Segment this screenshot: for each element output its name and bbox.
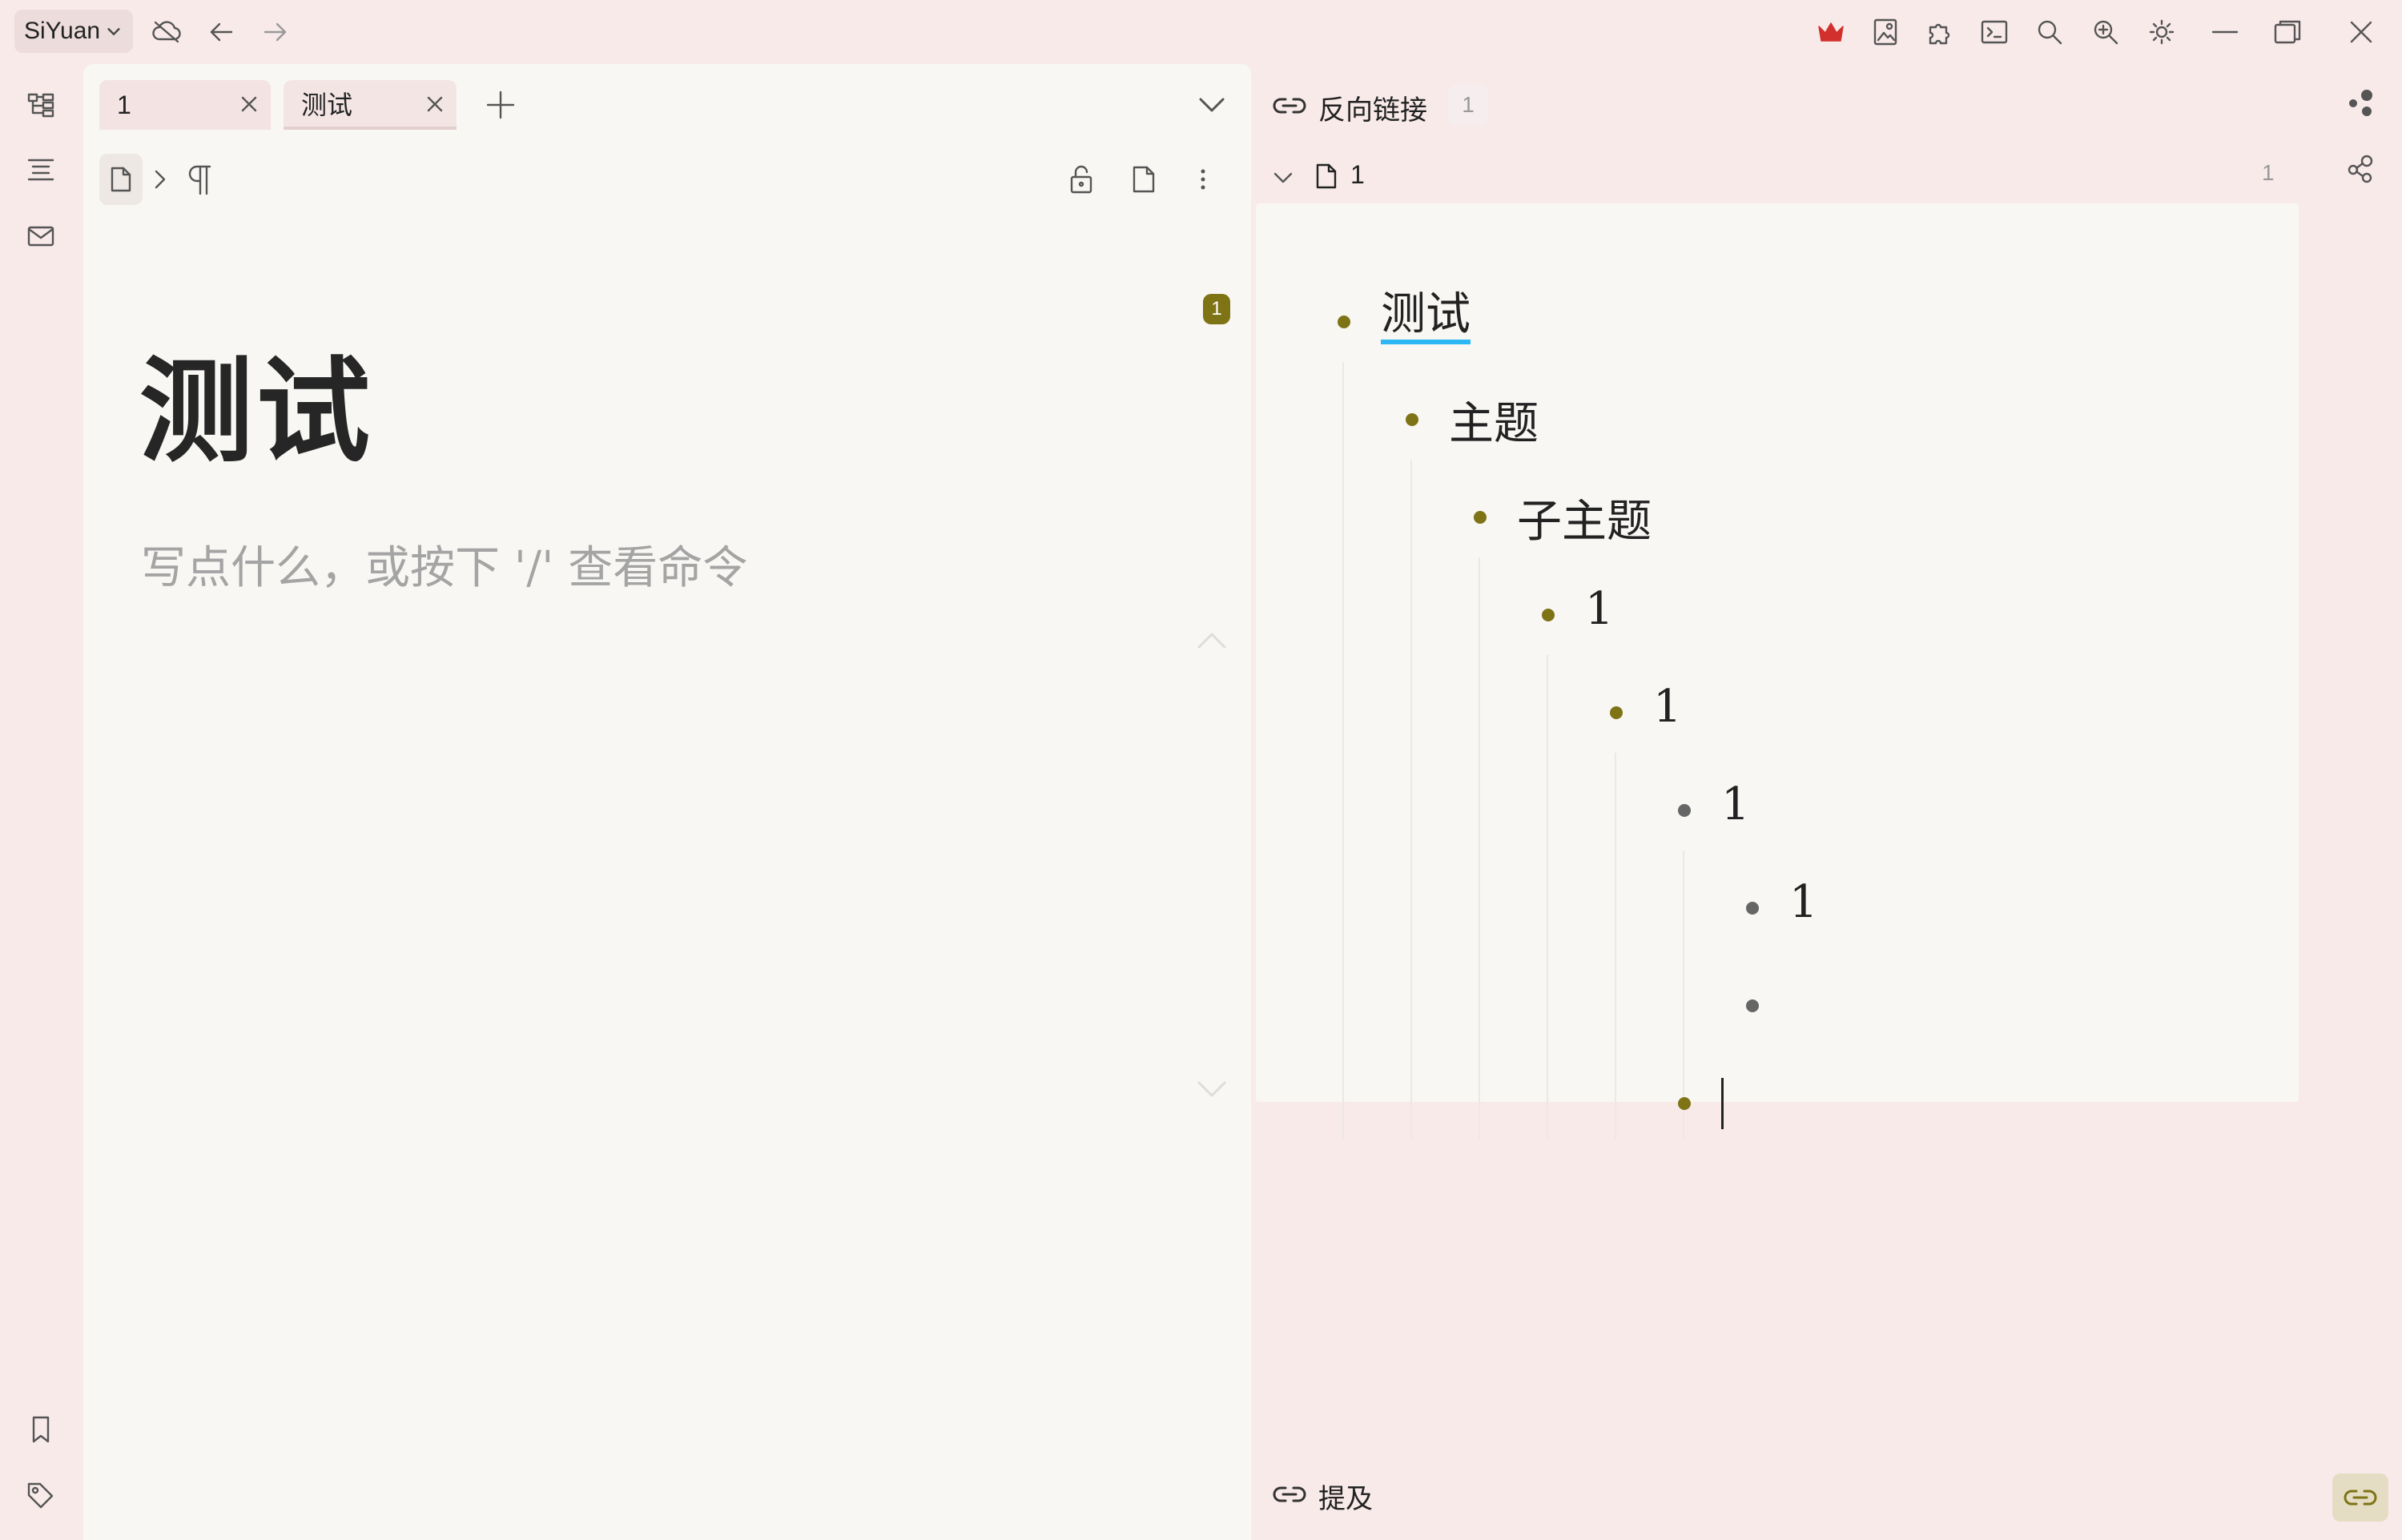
list-item-text[interactable]: 1 (1789, 876, 1818, 928)
list-item-text[interactable]: 1 (1585, 583, 1614, 635)
file-tree-icon[interactable] (22, 86, 59, 123)
backlinks-label: 反向链接 (1318, 95, 1427, 126)
text-cursor (1721, 1078, 1724, 1129)
indent-guide (1342, 362, 1344, 1139)
list-bullet[interactable] (1610, 706, 1623, 719)
backlinks-count: 1 (1448, 85, 1488, 125)
scroll-up-icon[interactable] (1192, 620, 1232, 660)
close-icon[interactable] (2344, 14, 2379, 50)
bookmark-icon[interactable] (22, 1411, 59, 1448)
list-bullet[interactable] (1746, 999, 1759, 1012)
new-tab-icon[interactable] (481, 85, 521, 125)
tab-close-icon[interactable] (239, 94, 260, 115)
outline-icon[interactable] (22, 152, 59, 189)
backlink-content: 测试 主题 子主题 1 1 1 1 (1256, 203, 2299, 1139)
back-arrow-icon[interactable] (203, 14, 239, 50)
breadcrumb-doc-icon[interactable] (99, 154, 143, 205)
link-icon (1270, 88, 1309, 123)
doc-title[interactable]: 测试 (139, 319, 373, 484)
crown-icon[interactable] (1815, 16, 1847, 48)
terminal-icon[interactable] (1978, 14, 2010, 50)
workspace-menu[interactable]: SiYuan (14, 10, 133, 53)
list-item-text[interactable]: 1 (1653, 681, 1682, 733)
minimize-icon[interactable] (2207, 14, 2243, 50)
image-icon[interactable] (1869, 14, 1901, 50)
backlinks-icon[interactable] (2332, 1474, 2388, 1522)
indent-guide (1547, 655, 1548, 1139)
tab-label: 测试 (301, 90, 353, 119)
list-bullet[interactable] (1338, 316, 1350, 328)
tab-test[interactable]: 测试 (284, 80, 457, 130)
left-dock (0, 64, 83, 1540)
chevron-down-icon[interactable] (1267, 160, 1299, 195)
list-bullet[interactable] (1678, 804, 1691, 817)
indent-guide (1615, 753, 1616, 1139)
list-item-text[interactable]: 子主题 (1517, 485, 1652, 550)
lock-open-icon[interactable] (1062, 159, 1100, 200)
backlinks-panel: 反向链接 1 1 1 测试 主题 子主题 1 1 1 1 提及 (1253, 64, 2299, 1540)
editor-placeholder[interactable]: 写点什么，或按下 '/' 查看命令 (141, 532, 747, 597)
paragraph-icon[interactable] (181, 159, 216, 200)
tab-1[interactable]: 1 (99, 80, 271, 130)
forward-arrow-icon[interactable] (258, 14, 293, 50)
plugin-icon[interactable] (1924, 14, 1956, 50)
list-bullet[interactable] (1542, 609, 1555, 621)
doc-info-icon[interactable] (1125, 159, 1163, 200)
global-graph-icon[interactable] (2340, 149, 2380, 189)
list-bullet[interactable] (1746, 902, 1759, 915)
indent-guide (1479, 557, 1480, 1139)
indent-guide (1683, 850, 1684, 1139)
editor-pane: 1 测试 1 测试 写点什么，或按下 '/' 查看命令 (83, 64, 1251, 1540)
graph-icon[interactable] (2340, 83, 2380, 123)
chevron-right-icon (149, 162, 171, 197)
list-item-text[interactable]: 主题 (1449, 388, 1539, 452)
restore-icon[interactable] (2270, 14, 2305, 50)
workspace-name: SiYuan (24, 18, 101, 44)
inbox-icon[interactable] (22, 218, 59, 255)
right-dock (2299, 64, 2402, 1540)
backlink-doc-name[interactable]: 1 (1350, 160, 1365, 190)
zoom-in-icon[interactable] (2089, 14, 2122, 50)
tab-label: 1 (117, 90, 131, 119)
list-bullet[interactable] (1474, 511, 1487, 524)
scroll-down-icon[interactable] (1192, 1070, 1232, 1110)
tab-list-chevron-icon[interactable] (1192, 85, 1232, 125)
tab-close-icon[interactable] (424, 94, 445, 115)
search-icon[interactable] (2033, 14, 2066, 50)
block-ref-text[interactable]: 测试 (1381, 290, 1471, 344)
list-item-text[interactable]: 1 (1721, 778, 1750, 830)
chevron-down-icon (105, 22, 123, 40)
doc-icon (1310, 157, 1342, 195)
tag-icon[interactable] (22, 1477, 59, 1514)
more-icon[interactable] (1187, 159, 1219, 200)
backlink-doc-count: 1 (2262, 160, 2275, 185)
cloud-off-icon[interactable] (149, 16, 184, 48)
link-icon (1270, 1477, 1309, 1512)
indent-guide (1410, 460, 1412, 1139)
list-bullet[interactable] (1678, 1097, 1691, 1110)
backlink-count-badge[interactable]: 1 (1203, 294, 1230, 324)
mentions-label[interactable]: 提及 (1318, 1477, 1373, 1516)
list-bullet[interactable] (1406, 413, 1418, 426)
sun-icon[interactable] (2145, 14, 2179, 50)
